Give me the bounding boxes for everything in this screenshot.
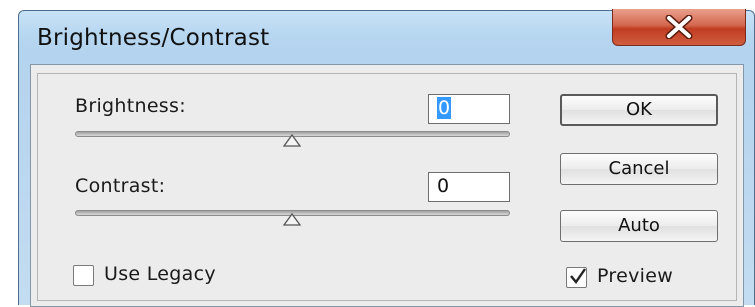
contrast-value: 0 — [437, 175, 450, 197]
preview-checkbox[interactable] — [566, 267, 587, 288]
brightness-slider-thumb[interactable] — [283, 134, 301, 148]
contrast-input[interactable]: 0 — [428, 172, 510, 202]
cancel-button[interactable]: Cancel — [560, 153, 718, 185]
checkmark-icon — [570, 268, 586, 284]
close-icon — [665, 15, 693, 39]
brightness-contrast-dialog: Brightness/Contrast Brightness: 0 Contra… — [18, 9, 755, 307]
contrast-slider-thumb[interactable] — [283, 213, 301, 227]
close-button[interactable] — [612, 9, 746, 46]
dialog-title: Brightness/Contrast — [37, 25, 270, 51]
auto-button[interactable]: Auto — [560, 210, 718, 242]
brightness-value: 0 — [437, 97, 452, 119]
ok-button[interactable]: OK — [560, 94, 718, 126]
contrast-label: Contrast: — [75, 175, 166, 197]
preview-label: Preview — [597, 265, 674, 287]
settings-group: Brightness: 0 Contrast: 0 OK Cancel Auto… — [37, 73, 737, 301]
use-legacy-checkbox[interactable] — [73, 265, 94, 286]
use-legacy-label: Use Legacy — [104, 263, 216, 285]
brightness-input[interactable]: 0 — [428, 94, 510, 124]
brightness-label: Brightness: — [75, 95, 186, 117]
dialog-client-area: Brightness: 0 Contrast: 0 OK Cancel Auto… — [30, 64, 744, 307]
